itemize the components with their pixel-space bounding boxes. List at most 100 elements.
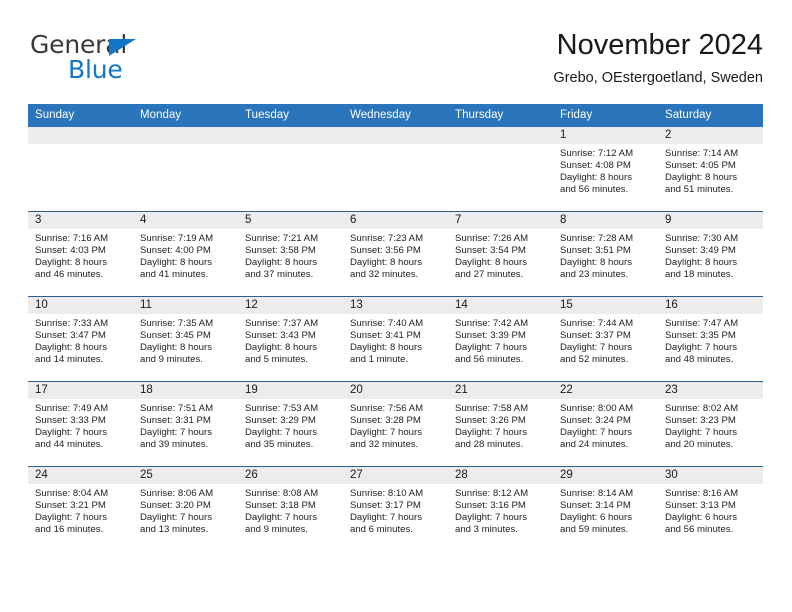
day-number: 22 — [553, 382, 658, 399]
page-subtitle: Grebo, OEstergoetland, Sweden — [553, 70, 763, 86]
day-info-line: Sunrise: 7:16 AM — [35, 233, 109, 244]
day-info-line: Sunrise: 7:21 AM — [245, 233, 319, 244]
day-sun-info: Sunrise: 7:26 AM Sunset: 3:54 PM Daylight:… — [448, 229, 553, 281]
day-info-line: Sunset: 3:56 PM — [350, 245, 421, 257]
day-info-line: and 41 minutes. — [140, 269, 209, 281]
calendar-day-cell[interactable]: 18 Sunrise: 7:51 AM Sunset: 3:31 PM Dayligh… — [133, 382, 238, 466]
calendar-day-cell[interactable]: 6 Sunrise: 7:23 AM Sunset: 3:56 PM Daylight… — [343, 212, 448, 296]
day-number: 3 — [28, 212, 133, 229]
calendar-day-cell-empty — [238, 127, 343, 211]
day-number: 30 — [658, 467, 763, 484]
calendar-day-cell[interactable]: 30 Sunrise: 8:16 AM Sunset: 3:13 PM Dayligh… — [658, 467, 763, 551]
day-info-line: and 9 minutes. — [140, 354, 203, 366]
calendar-day-cell[interactable]: 15 Sunrise: 7:44 AM Sunset: 3:37 PM Dayligh… — [553, 297, 658, 381]
day-number — [448, 127, 553, 144]
calendar-day-cell[interactable]: 12 Sunrise: 7:37 AM Sunset: 3:43 PM Dayligh… — [238, 297, 343, 381]
day-info-line: Sunrise: 8:16 AM — [665, 488, 739, 499]
calendar-day-cell-empty — [448, 127, 553, 211]
day-info-line: Sunrise: 8:12 AM — [455, 488, 529, 499]
day-info-line: and 1 minute. — [350, 354, 409, 366]
day-info-line: and 9 minutes. — [245, 524, 308, 536]
day-info-line: Sunrise: 8:08 AM — [245, 488, 319, 499]
day-number: 8 — [553, 212, 658, 229]
day-sun-info: Sunrise: 7:14 AM Sunset: 4:05 PM Daylight:… — [658, 144, 763, 196]
day-info-line: Daylight: 7 hours — [455, 427, 527, 439]
day-number: 6 — [343, 212, 448, 229]
calendar-day-cell[interactable]: 11 Sunrise: 7:35 AM Sunset: 3:45 PM Dayligh… — [133, 297, 238, 381]
day-number: 13 — [343, 297, 448, 314]
day-info-line: Daylight: 7 hours — [35, 512, 107, 524]
day-number: 27 — [343, 467, 448, 484]
calendar-page: General Blue November 2024 Grebo, OEster… — [0, 0, 792, 612]
calendar-day-cell[interactable]: 17 Sunrise: 7:49 AM Sunset: 3:33 PM Dayligh… — [28, 382, 133, 466]
day-sun-info: Sunrise: 7:33 AM Sunset: 3:47 PM Daylight:… — [28, 314, 133, 366]
calendar-day-cell[interactable]: 22 Sunrise: 8:00 AM Sunset: 3:24 PM Dayligh… — [553, 382, 658, 466]
day-info-line: Daylight: 7 hours — [455, 342, 527, 354]
day-sun-info: Sunrise: 7:23 AM Sunset: 3:56 PM Daylight:… — [343, 229, 448, 281]
day-info-line: Daylight: 8 hours — [350, 342, 422, 354]
weekday-header-saturday: Saturday — [658, 104, 763, 127]
day-number: 16 — [658, 297, 763, 314]
calendar-day-cell[interactable]: 9 Sunrise: 7:30 AM Sunset: 3:49 PM Daylight… — [658, 212, 763, 296]
day-info-line: Daylight: 8 hours — [140, 342, 212, 354]
day-info-line: Daylight: 8 hours — [140, 257, 212, 269]
day-sun-info: Sunrise: 7:19 AM Sunset: 4:00 PM Daylight:… — [133, 229, 238, 281]
day-sun-info: Sunrise: 8:16 AM Sunset: 3:13 PM Daylight:… — [658, 484, 763, 536]
calendar-day-cell[interactable]: 20 Sunrise: 7:56 AM Sunset: 3:28 PM Dayligh… — [343, 382, 448, 466]
day-sun-info: Sunrise: 7:44 AM Sunset: 3:37 PM Daylight:… — [553, 314, 658, 366]
day-info-line: and 28 minutes. — [455, 439, 524, 451]
day-number: 7 — [448, 212, 553, 229]
calendar-day-cell[interactable]: 4 Sunrise: 7:19 AM Sunset: 4:00 PM Daylight… — [133, 212, 238, 296]
day-info-line: Sunset: 3:13 PM — [665, 500, 736, 512]
day-info-line: and 32 minutes. — [350, 269, 419, 281]
day-info-line: Daylight: 6 hours — [665, 512, 737, 524]
calendar-day-cell[interactable]: 25 Sunrise: 8:06 AM Sunset: 3:20 PM Dayligh… — [133, 467, 238, 551]
day-info-line: Daylight: 7 hours — [245, 427, 317, 439]
calendar-day-cell[interactable]: 7 Sunrise: 7:26 AM Sunset: 3:54 PM Daylight… — [448, 212, 553, 296]
day-number: 12 — [238, 297, 343, 314]
calendar-day-cell[interactable]: 3 Sunrise: 7:16 AM Sunset: 4:03 PM Daylight… — [28, 212, 133, 296]
day-number: 1 — [553, 127, 658, 144]
day-info-line: Daylight: 7 hours — [350, 427, 422, 439]
day-sun-info: Sunrise: 8:04 AM Sunset: 3:21 PM Daylight:… — [28, 484, 133, 536]
day-info-line: and 46 minutes. — [35, 269, 104, 281]
day-info-line: Sunrise: 7:28 AM — [560, 233, 634, 244]
calendar-day-cell[interactable]: 14 Sunrise: 7:42 AM Sunset: 3:39 PM Dayligh… — [448, 297, 553, 381]
day-info-line: Daylight: 7 hours — [140, 512, 212, 524]
page-title: November 2024 — [556, 29, 763, 61]
day-sun-info: Sunrise: 7:53 AM Sunset: 3:29 PM Daylight:… — [238, 399, 343, 451]
day-info-line: Sunrise: 7:35 AM — [140, 318, 214, 329]
calendar-day-cell[interactable]: 21 Sunrise: 7:58 AM Sunset: 3:26 PM Dayligh… — [448, 382, 553, 466]
calendar-day-cell[interactable]: 13 Sunrise: 7:40 AM Sunset: 3:41 PM Dayligh… — [343, 297, 448, 381]
day-number: 9 — [658, 212, 763, 229]
calendar-day-cell[interactable]: 23 Sunrise: 8:02 AM Sunset: 3:23 PM Dayligh… — [658, 382, 763, 466]
calendar-day-cell[interactable]: 16 Sunrise: 7:47 AM Sunset: 3:35 PM Dayligh… — [658, 297, 763, 381]
day-number: 2 — [658, 127, 763, 144]
calendar-week-row: 24 Sunrise: 8:04 AM Sunset: 3:21 PM Dayligh… — [28, 466, 763, 551]
day-info-line: Sunrise: 7:33 AM — [35, 318, 109, 329]
calendar-day-cell[interactable]: 19 Sunrise: 7:53 AM Sunset: 3:29 PM Dayligh… — [238, 382, 343, 466]
day-sun-info: Sunrise: 8:08 AM Sunset: 3:18 PM Daylight:… — [238, 484, 343, 536]
calendar-day-cell[interactable]: 2 Sunrise: 7:14 AM Sunset: 4:05 PM Daylight… — [658, 127, 763, 211]
day-info-line: Daylight: 6 hours — [560, 512, 632, 524]
calendar-day-cell[interactable]: 24 Sunrise: 8:04 AM Sunset: 3:21 PM Dayligh… — [28, 467, 133, 551]
calendar-day-cell[interactable]: 8 Sunrise: 7:28 AM Sunset: 3:51 PM Daylight… — [553, 212, 658, 296]
day-number: 17 — [28, 382, 133, 399]
calendar-day-cell[interactable]: 1 Sunrise: 7:12 AM Sunset: 4:08 PM Daylight… — [553, 127, 658, 211]
day-info-line: Sunrise: 7:42 AM — [455, 318, 529, 329]
day-info-line: Sunrise: 7:56 AM — [350, 403, 424, 414]
calendar-day-cell[interactable]: 26 Sunrise: 8:08 AM Sunset: 3:18 PM Dayligh… — [238, 467, 343, 551]
day-number — [133, 127, 238, 144]
calendar-day-cell[interactable]: 27 Sunrise: 8:10 AM Sunset: 3:17 PM Dayligh… — [343, 467, 448, 551]
calendar-day-cell[interactable]: 29 Sunrise: 8:14 AM Sunset: 3:14 PM Dayligh… — [553, 467, 658, 551]
calendar-week-row: 17 Sunrise: 7:49 AM Sunset: 3:33 PM Dayligh… — [28, 381, 763, 467]
day-sun-info: Sunrise: 7:51 AM Sunset: 3:31 PM Daylight:… — [133, 399, 238, 451]
day-info-line: Sunrise: 7:26 AM — [455, 233, 529, 244]
calendar-day-cell[interactable]: 10 Sunrise: 7:33 AM Sunset: 3:47 PM Dayligh… — [28, 297, 133, 381]
day-number: 4 — [133, 212, 238, 229]
day-info-line: Sunset: 3:29 PM — [245, 415, 316, 427]
calendar-day-cell[interactable]: 5 Sunrise: 7:21 AM Sunset: 3:58 PM Daylight… — [238, 212, 343, 296]
day-info-line: and 39 minutes. — [140, 439, 209, 451]
day-sun-info: Sunrise: 7:21 AM Sunset: 3:58 PM Daylight:… — [238, 229, 343, 281]
calendar-day-cell[interactable]: 28 Sunrise: 8:12 AM Sunset: 3:16 PM Dayligh… — [448, 467, 553, 551]
